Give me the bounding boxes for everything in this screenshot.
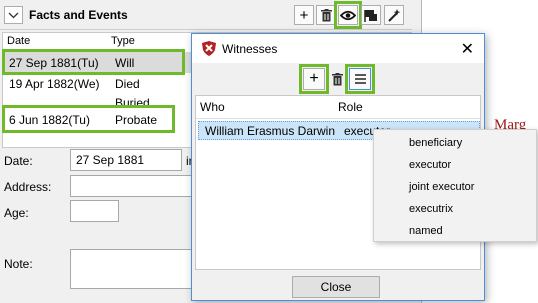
event-date: 19 Apr 1882(We) [9, 77, 100, 91]
age-label: Age: [4, 206, 29, 220]
age-field[interactable] [70, 200, 119, 222]
column-role[interactable]: Role [338, 100, 363, 114]
role-option[interactable]: joint executor [409, 181, 474, 193]
role-option[interactable]: beneficiary [409, 137, 462, 149]
highlight-will-row [2, 49, 185, 75]
eye-icon [340, 10, 356, 20]
role-option[interactable]: executor [409, 159, 451, 171]
magic-wand-icon [387, 8, 400, 22]
event-type: Died [115, 77, 140, 91]
close-button[interactable]: Close [292, 276, 380, 298]
section-header: Facts and Events + [0, 0, 412, 30]
chevron-down-icon [8, 12, 19, 18]
note-field[interactable] [70, 249, 198, 289]
plus-icon: + [309, 70, 319, 87]
shield-icon [202, 41, 216, 56]
trash-icon [331, 72, 343, 85]
witness-name: William Erasmus Darwin [205, 124, 336, 138]
edit-event-button[interactable] [384, 5, 404, 25]
column-type[interactable]: Type [111, 35, 135, 47]
role-option[interactable]: named [409, 225, 443, 237]
collapse-button[interactable] [4, 6, 23, 24]
date-label: Date: [4, 154, 33, 168]
address-label: Address: [4, 180, 52, 194]
dialog-titlebar: Witnesses ✕ [192, 34, 484, 63]
add-witness-button[interactable]: + [299, 64, 329, 94]
menu-icon [354, 74, 366, 84]
note-label: Note: [4, 257, 33, 271]
plus-icon: + [299, 6, 309, 24]
trash-icon [320, 8, 332, 21]
address-field[interactable] [70, 175, 198, 197]
witness-menu-button[interactable] [345, 64, 375, 94]
witness-list-header: Who Role [196, 96, 480, 119]
column-who[interactable]: Who [200, 100, 225, 114]
add-event-button[interactable]: + [294, 5, 314, 25]
close-icon[interactable]: ✕ [461, 39, 474, 59]
role-option[interactable]: executrix [409, 203, 453, 215]
source-button[interactable] [361, 5, 381, 25]
role-dropdown: beneficiary executor joint executor exec… [373, 129, 537, 242]
delete-witness-button[interactable] [326, 68, 348, 90]
flag-icon [364, 9, 377, 22]
highlight-probate-row [2, 105, 175, 133]
column-date[interactable]: Date [7, 35, 30, 47]
witnesses-button[interactable] [334, 1, 362, 29]
dialog-title: Witnesses [222, 42, 278, 56]
delete-event-button[interactable] [316, 5, 336, 25]
date-field[interactable]: 27 Sep 1881 [70, 149, 182, 171]
section-title: Facts and Events [29, 8, 128, 22]
